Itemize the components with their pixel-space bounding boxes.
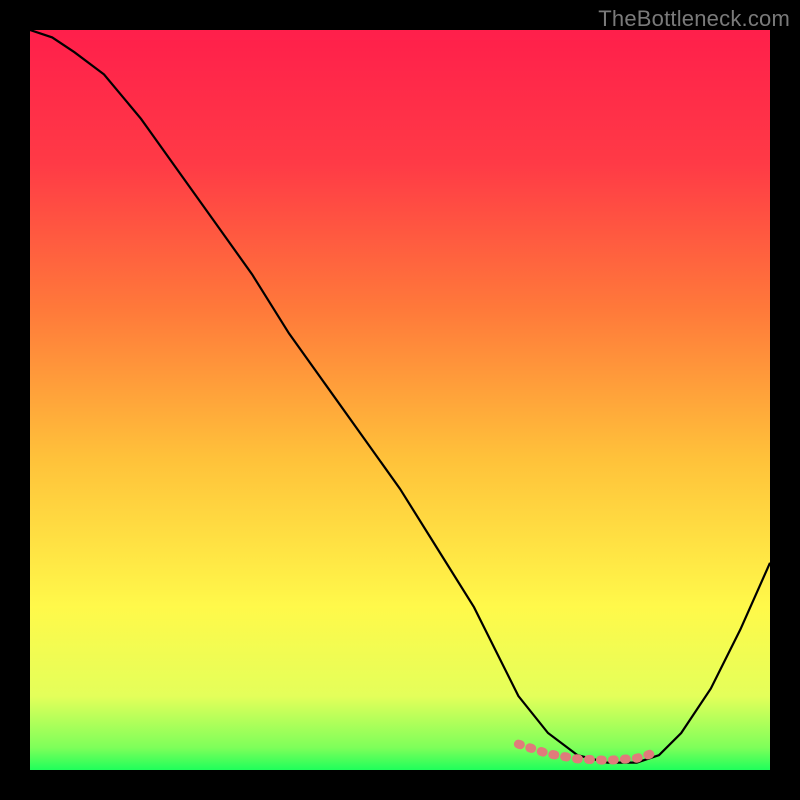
chart-frame [30, 30, 770, 770]
gradient-background [30, 30, 770, 770]
chart-svg [30, 30, 770, 770]
watermark-text: TheBottleneck.com [598, 6, 790, 32]
